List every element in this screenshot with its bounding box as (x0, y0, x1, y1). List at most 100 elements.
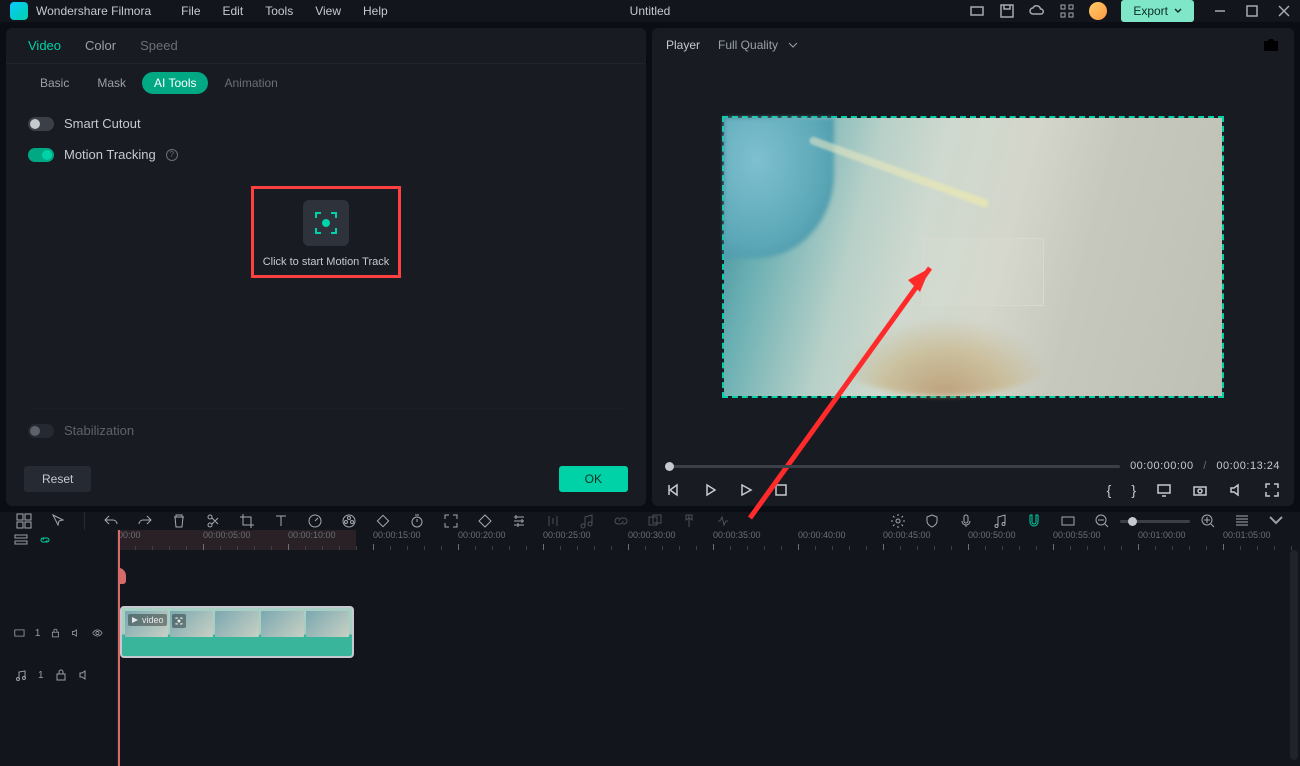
ratio-icon[interactable] (969, 3, 985, 19)
audio-mix-icon[interactable] (545, 513, 561, 529)
duration-icon[interactable] (409, 513, 425, 529)
redo-icon[interactable] (137, 513, 153, 529)
lock-icon[interactable] (54, 668, 68, 682)
tab-video[interactable]: Video (28, 38, 61, 53)
save-icon[interactable] (999, 3, 1015, 19)
player-tab[interactable]: Player (666, 38, 700, 52)
video-track-header[interactable]: 1 (0, 612, 117, 654)
mark-in-icon[interactable]: { (1107, 482, 1112, 498)
menu-tools[interactable]: Tools (265, 4, 293, 18)
scrub-slider[interactable] (666, 465, 1120, 468)
tab-speed[interactable]: Speed (140, 38, 178, 53)
motion-tracking-toggle[interactable] (28, 148, 54, 162)
chevron-down-icon[interactable] (1268, 513, 1284, 529)
cloud-icon[interactable] (1029, 3, 1045, 19)
menu-view[interactable]: View (315, 4, 341, 18)
color-icon[interactable] (341, 513, 357, 529)
delete-icon[interactable] (171, 513, 187, 529)
subtab-mask[interactable]: Mask (85, 72, 138, 94)
chevron-down-icon (1174, 7, 1182, 15)
detach-audio-icon[interactable] (579, 513, 595, 529)
link-icon[interactable] (613, 513, 629, 529)
fullscreen-icon[interactable] (1264, 482, 1280, 498)
zoom-in-icon[interactable] (1200, 513, 1216, 529)
app-logo-icon (10, 2, 28, 20)
mark-out-icon[interactable]: } (1131, 482, 1136, 498)
motion-track-target-box[interactable] (922, 238, 1044, 306)
ruler-tick: 00:00:20:00 (458, 530, 506, 540)
mute-icon[interactable] (78, 668, 92, 682)
subtab-basic[interactable]: Basic (28, 72, 81, 94)
magnet-icon[interactable] (1026, 513, 1042, 529)
apps-icon[interactable] (1059, 3, 1075, 19)
split-icon[interactable] (205, 513, 221, 529)
play-icon[interactable] (738, 482, 754, 498)
cursor-icon[interactable] (50, 513, 66, 529)
video-canvas[interactable] (724, 118, 1222, 396)
tracks-menu-icon[interactable] (14, 533, 28, 547)
menu-edit[interactable]: Edit (223, 4, 244, 18)
volume-icon[interactable] (1228, 482, 1244, 498)
timeline-tracks[interactable]: 00:0000:00:05:0000:00:10:0000:00:15:0000… (118, 530, 1300, 766)
export-label: Export (1133, 4, 1168, 18)
chain-icon[interactable] (38, 533, 52, 547)
player-quality-select[interactable]: Full Quality (718, 38, 798, 52)
ruler-tick: 00:00:45:00 (883, 530, 931, 540)
fit-icon[interactable] (443, 513, 459, 529)
frame-icon[interactable] (1060, 513, 1076, 529)
camera-icon[interactable] (1192, 482, 1208, 498)
menu-help[interactable]: Help (363, 4, 388, 18)
group-icon[interactable] (647, 513, 663, 529)
speed-icon[interactable] (307, 513, 323, 529)
track-headers: 1 1 (0, 530, 118, 766)
display-icon[interactable] (1156, 482, 1172, 498)
mic-icon[interactable] (958, 513, 974, 529)
tab-color[interactable]: Color (85, 38, 116, 53)
lock-icon[interactable] (50, 626, 61, 640)
account-avatar-icon[interactable] (1089, 2, 1107, 20)
close-icon[interactable] (1278, 5, 1290, 17)
audio-stretch-icon[interactable] (715, 513, 731, 529)
video-track-lane[interactable]: video (118, 612, 1300, 654)
render-icon[interactable] (890, 513, 906, 529)
export-button[interactable]: Export (1121, 0, 1194, 22)
minimize-icon[interactable] (1214, 5, 1226, 17)
menu-file[interactable]: File (181, 4, 200, 18)
smart-cutout-toggle[interactable] (28, 117, 54, 131)
audio-track-lane[interactable] (118, 660, 1300, 702)
help-icon[interactable]: ? (166, 149, 178, 161)
crop-icon[interactable] (239, 513, 255, 529)
timeline-ruler[interactable]: 00:0000:00:05:0000:00:10:0000:00:15:0000… (118, 530, 1300, 550)
layout-icon[interactable] (16, 513, 32, 529)
marker-icon[interactable] (681, 513, 697, 529)
keyframe-icon[interactable] (375, 513, 391, 529)
timeline-scrollbar[interactable] (1290, 550, 1298, 760)
play-reverse-icon[interactable] (702, 482, 718, 498)
mute-icon[interactable] (71, 626, 82, 640)
video-clip[interactable]: video (120, 606, 354, 658)
stabilization-toggle[interactable] (28, 424, 54, 438)
undo-icon[interactable] (103, 513, 119, 529)
prev-frame-icon[interactable] (666, 482, 682, 498)
music-icon[interactable] (992, 513, 1008, 529)
visibility-icon[interactable] (92, 626, 103, 640)
list-view-icon[interactable] (1234, 513, 1250, 529)
start-motion-track-button[interactable]: Click to start Motion Track (261, 200, 391, 268)
adjust-icon[interactable] (511, 513, 527, 529)
reset-button[interactable]: Reset (24, 466, 91, 492)
subtab-animation[interactable]: Animation (212, 72, 289, 94)
audio-track-icon (14, 668, 28, 682)
player-video-area[interactable] (652, 62, 1294, 452)
zoom-out-icon[interactable] (1094, 513, 1110, 529)
maximize-icon[interactable] (1246, 5, 1258, 17)
text-icon[interactable] (273, 513, 289, 529)
audio-track-header[interactable]: 1 (0, 654, 117, 696)
subtab-ai-tools[interactable]: AI Tools (142, 72, 208, 94)
stop-icon[interactable] (774, 483, 788, 497)
playhead[interactable] (118, 530, 120, 766)
zoom-slider[interactable] (1120, 520, 1190, 523)
ok-button[interactable]: OK (559, 466, 628, 492)
green-screen-icon[interactable] (477, 513, 493, 529)
snapshot-icon[interactable] (1262, 36, 1280, 54)
shield-icon[interactable] (924, 513, 940, 529)
